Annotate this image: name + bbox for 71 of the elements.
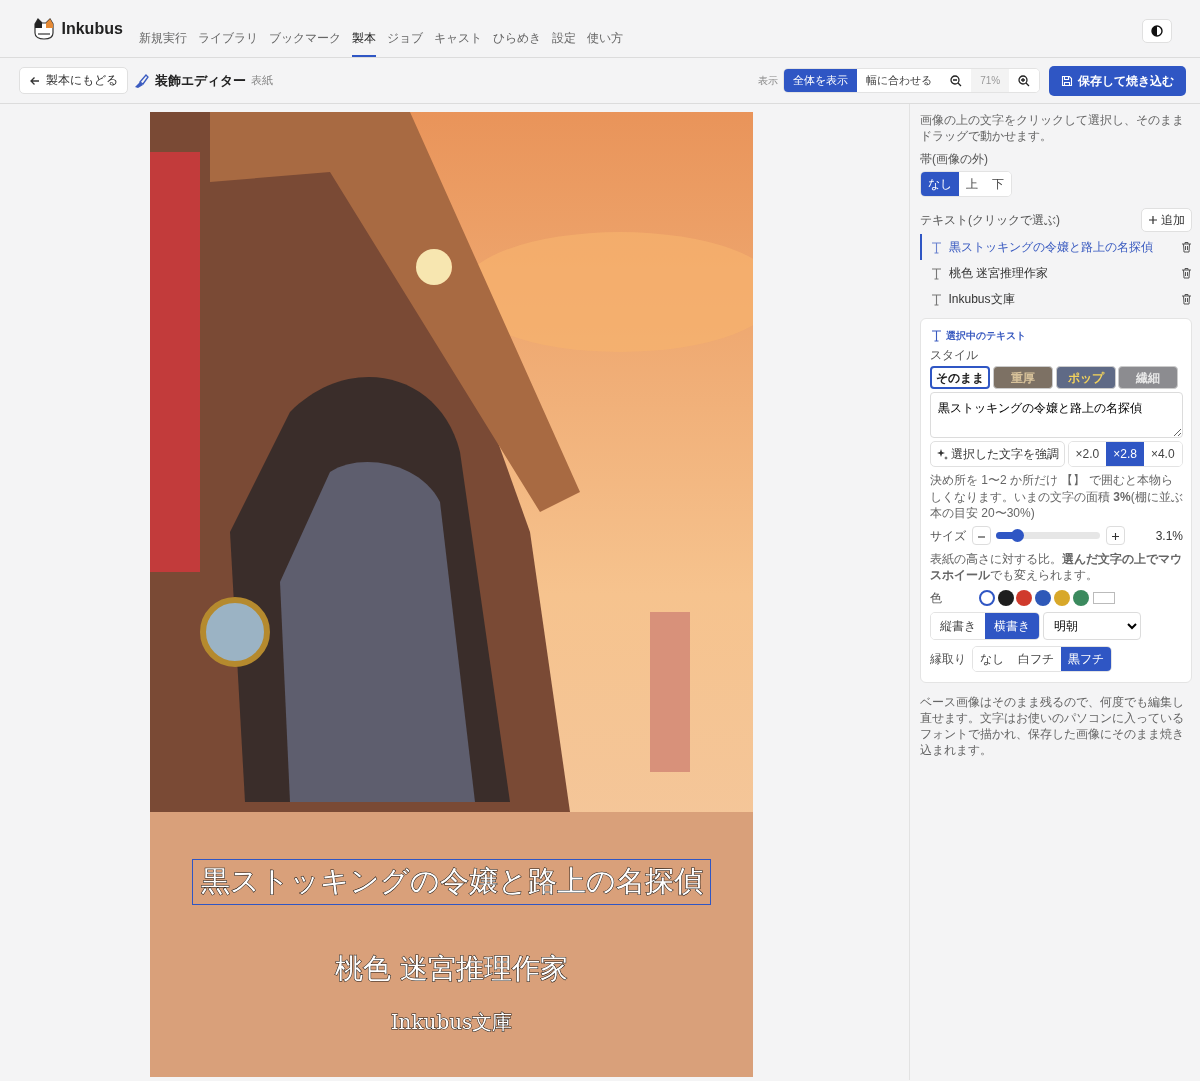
size-label: サイズ [930, 527, 966, 545]
view-mode-button[interactable]: 全体を表示 [784, 69, 858, 92]
view-label: 表示 [757, 74, 778, 88]
texts-label: テキスト(クリックで選ぶ) [920, 211, 1060, 229]
text-icon [930, 328, 943, 342]
outline-option-button[interactable]: 黒フチ [1060, 646, 1111, 671]
outline-label: 縁取り [930, 650, 966, 668]
color-swatch[interactable] [1053, 589, 1070, 606]
band-option-button[interactable]: なし [921, 171, 959, 196]
color-swatch[interactable] [978, 589, 995, 606]
text-icon [930, 292, 943, 306]
cat-logo-icon [32, 17, 56, 40]
size-increase-button[interactable] [1105, 526, 1125, 546]
contrast-icon [1151, 25, 1163, 38]
editor-title: 装飾エディター [154, 71, 246, 90]
nav-tab[interactable]: 製本 [352, 27, 377, 57]
size-note: 表紙の高さに対する比。選んだ文字の上でマウスホイールでも変えられます。 [930, 550, 1183, 584]
nav-tab[interactable]: ブックマーク [269, 27, 342, 57]
color-swatch[interactable] [1016, 589, 1033, 606]
sparkle-icon [936, 447, 948, 460]
section-heading: 選択中のテキスト [945, 328, 1026, 343]
trash-icon[interactable] [1181, 293, 1192, 306]
zoom-out-icon [950, 74, 963, 87]
back-button[interactable]: 製本にもどる [19, 66, 128, 95]
color-swatch[interactable] [1035, 589, 1051, 606]
color-swatch[interactable] [1072, 589, 1089, 606]
trash-icon[interactable] [1181, 241, 1192, 254]
size-decrease-button[interactable] [971, 526, 991, 546]
trash-icon[interactable] [1181, 267, 1192, 280]
color-picker[interactable] [1093, 591, 1116, 604]
nav-tab[interactable]: キャスト [434, 27, 483, 57]
style-label: スタイル [930, 346, 979, 364]
nav-tab[interactable]: ジョブ [387, 27, 424, 57]
text-list-item[interactable]: 黒ストッキングの令嬢と路上の名探偵 [920, 234, 1165, 261]
multiplier-button[interactable]: ×2.8 [1106, 441, 1144, 466]
emphasis-note: 決め所を 1〜2 か所だけ 【】 で囲むと本物らしくなります。いまの文字の面積 3%(棚に並ぶ本の目安 20〜30%) [930, 472, 1183, 521]
band-label: 帯(画像の外) [920, 150, 989, 168]
add-button[interactable]: 追加 [1141, 207, 1192, 232]
text-list-item[interactable]: 桃色 迷宮推理作家 [920, 260, 1165, 287]
slider-thumb[interactable] [1010, 529, 1024, 543]
zoom-level: 71% [971, 69, 1010, 92]
font-select[interactable]: 明朝 [1042, 612, 1141, 641]
size-slider[interactable] [996, 532, 1100, 540]
text-list-item[interactable]: Inkubus文庫 [920, 286, 1165, 313]
style-preset-button[interactable]: ポップ [1055, 366, 1116, 390]
editor-subtitle: 表紙 [251, 73, 273, 89]
save-icon [1060, 74, 1073, 87]
color-swatch[interactable] [997, 589, 1014, 606]
zoom-in-icon [1018, 74, 1031, 87]
nav-tab[interactable]: 新規実行 [139, 27, 188, 57]
color-label: 色 [930, 589, 943, 607]
save-button[interactable]: 保存して焼き込む [1048, 65, 1186, 96]
nav-tab[interactable]: 設定 [552, 27, 577, 57]
text-icon [930, 266, 943, 280]
text-icon [930, 240, 943, 254]
nav-tab[interactable]: 使い方 [587, 27, 624, 57]
text-input-field[interactable]: 黒ストッキングの令嬢と路上の名探偵 [930, 392, 1183, 439]
arrow-left-icon [29, 74, 40, 87]
size-reading: 3.1% [1155, 527, 1183, 545]
footer-note: ベース画像はそのまま残るので、何度でも編集し直せます。文字はお使いのパソコンに入っているフォントで描かれ、保存した画像にそのまま焼き込まれます。 [920, 693, 1185, 759]
nav-tab[interactable]: ライブラリ [198, 27, 259, 57]
orientation-button[interactable]: 横書き [985, 613, 1039, 640]
hint-text: 画像の上の文字をクリックして選択し、そのままドラッグで動かせます。 [920, 112, 1185, 145]
plus-icon [1110, 532, 1120, 542]
theme-toggle-button[interactable] [1142, 19, 1172, 44]
nav-tab[interactable]: ひらめき [493, 27, 542, 57]
style-preset-button[interactable]: そのまま [930, 366, 990, 390]
brush-icon [133, 72, 149, 89]
emphasize-button[interactable]: 選択した文字を強調 [930, 440, 1065, 467]
app-name: Inkubus [61, 18, 123, 39]
plus-icon [1148, 214, 1159, 225]
